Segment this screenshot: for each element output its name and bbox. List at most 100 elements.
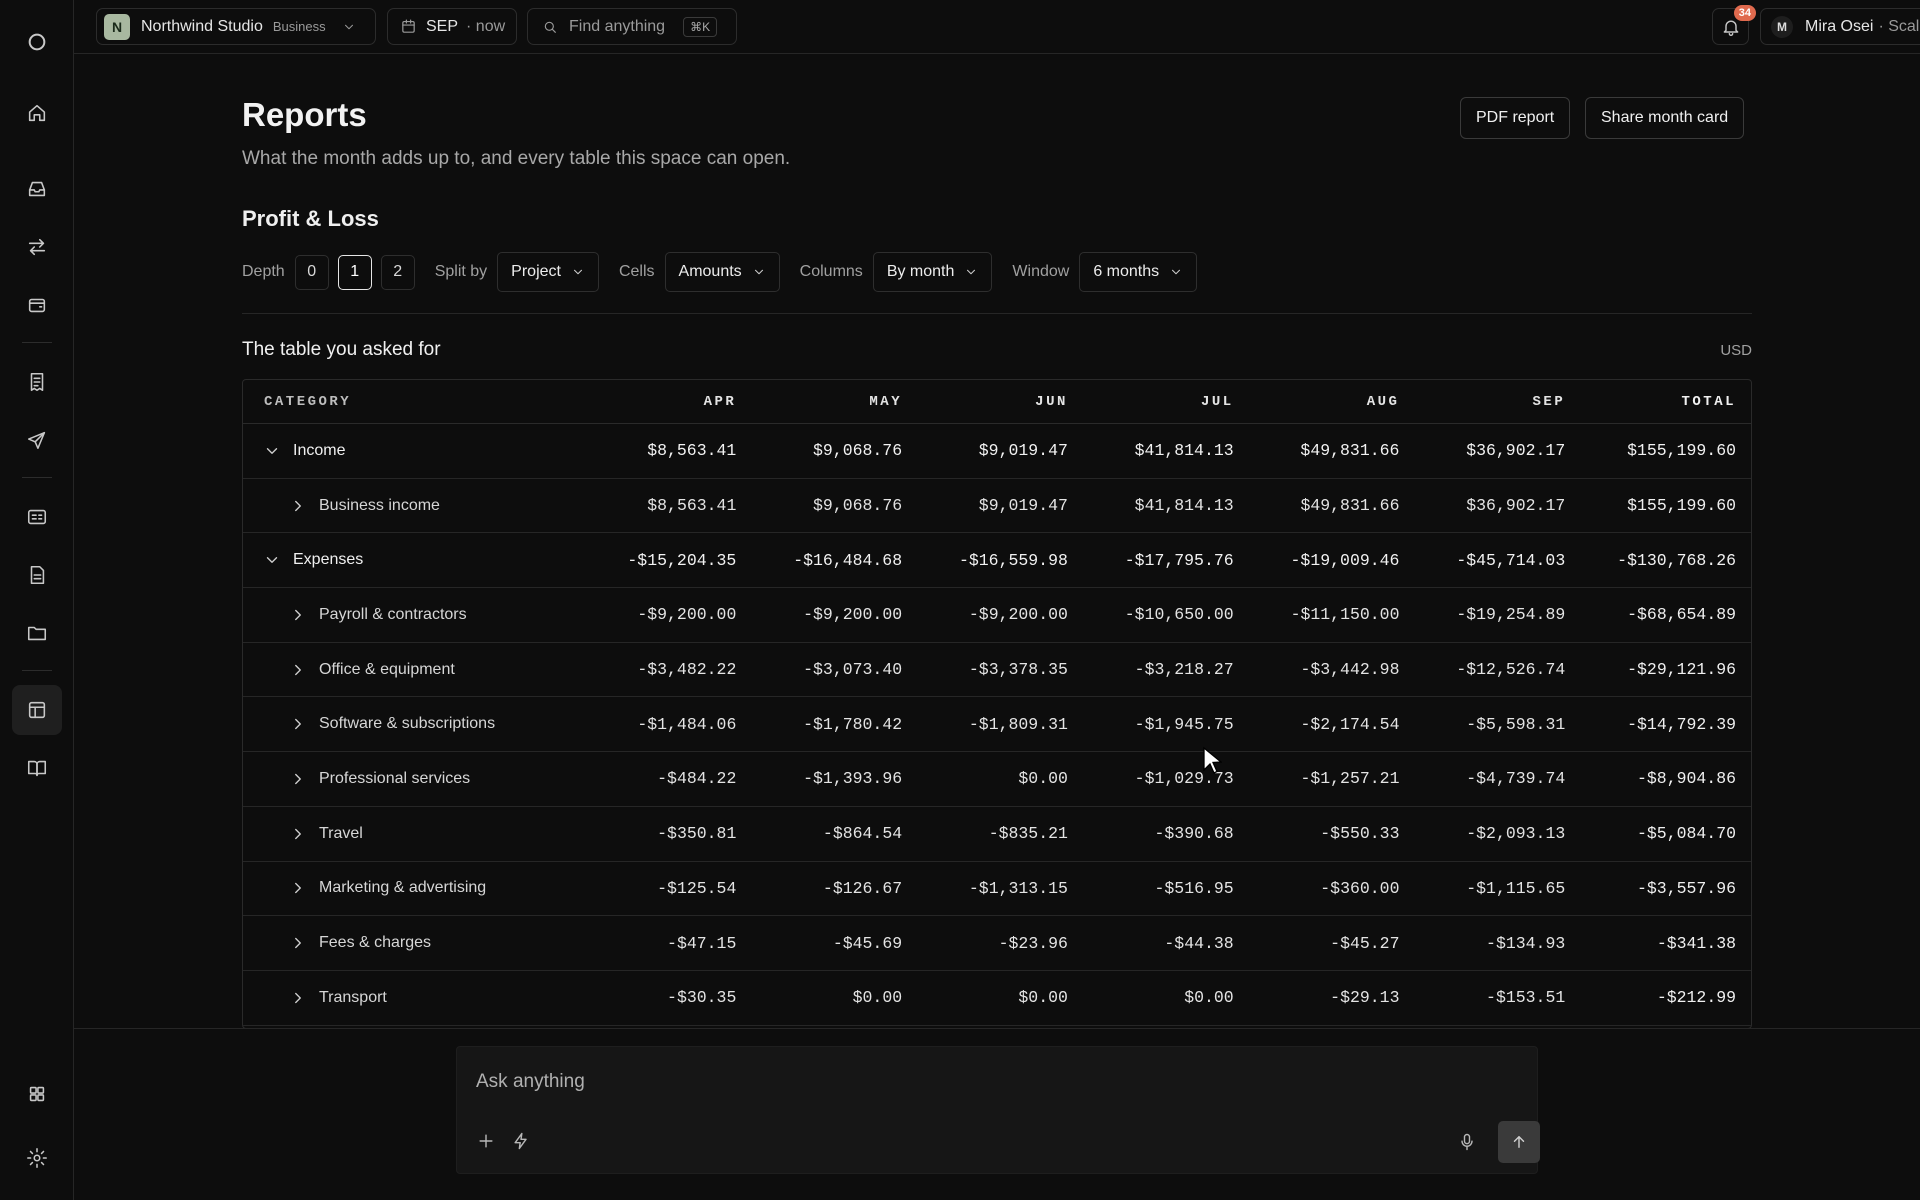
period-suffix: · now — [466, 17, 506, 35]
workspace-plan: Business — [272, 19, 326, 34]
window-select[interactable]: 6 months — [1079, 252, 1198, 292]
cell-sep: -$45,714.03 — [1456, 550, 1566, 570]
app-window: N Northwind Studio Business SEP · now Fi… — [0, 0, 1920, 1200]
chevron-right-icon[interactable] — [289, 989, 307, 1007]
folder-icon[interactable] — [12, 608, 62, 658]
chat-composer — [456, 1046, 1540, 1174]
column-header-aug: AUG — [1366, 393, 1400, 410]
table-row[interactable]: Marketing & advertising -$125.54 -$126.67 -… — [243, 862, 1751, 917]
document-icon[interactable] — [12, 550, 62, 600]
chevron-right-icon[interactable] — [289, 879, 307, 897]
notifications-button[interactable]: 34 — [1712, 5, 1756, 45]
logo-icon[interactable] — [12, 17, 62, 67]
chevron-down-icon[interactable] — [263, 551, 281, 569]
receipt-icon[interactable] — [12, 357, 62, 407]
cell-jul: -$44.38 — [1164, 933, 1234, 953]
global-search[interactable]: Find anything ⌘K — [527, 8, 737, 45]
left-rail — [0, 0, 74, 1200]
table-row[interactable]: Office & equipment -$3,482.22 -$3,073.40 -$… — [243, 643, 1751, 698]
depth-option-1[interactable]: 1 — [337, 254, 372, 290]
share-month-card-button[interactable]: Share month card — [1585, 97, 1745, 139]
category-cell: Transport — [243, 989, 583, 1007]
cell-total: -$341.38 — [1656, 933, 1737, 953]
table-row[interactable]: Travel -$350.81 -$864.54 -$835.21 -$390.68 -$… — [243, 807, 1751, 862]
category-cell: Professional services — [243, 770, 583, 788]
cell-total: -$14,792.39 — [1627, 714, 1737, 734]
depth-option-0[interactable]: 0 — [294, 254, 329, 290]
search-shortcut: ⌘K — [683, 16, 718, 37]
cell-sep: -$5,598.31 — [1466, 714, 1566, 734]
microphone-icon[interactable] — [1453, 1128, 1481, 1156]
cell-jul: $41,814.13 — [1134, 496, 1234, 516]
chevron-right-icon[interactable] — [289, 715, 307, 733]
apps-grid-icon[interactable] — [12, 1069, 62, 1119]
cell-apr: $8,563.41 — [647, 496, 737, 516]
table-row[interactable]: Fees & charges -$47.15 -$45.69 -$23.96 -$44.… — [243, 916, 1751, 971]
table-row[interactable]: Professional services -$484.22 -$1,393.96 $… — [243, 752, 1751, 807]
cell-total: -$212.99 — [1656, 988, 1737, 1008]
category-cell: Marketing & advertising — [243, 879, 583, 897]
inbox-icon[interactable] — [12, 164, 62, 214]
chevron-right-icon[interactable] — [289, 825, 307, 843]
cell-jun: $9,019.47 — [978, 441, 1068, 461]
category-cell: Fees & charges — [243, 934, 583, 952]
report-controls: Depth 0 1 2 Split by Project Cells Amoun… — [242, 252, 1217, 292]
chevron-right-icon[interactable] — [289, 934, 307, 952]
send-icon[interactable] — [12, 415, 62, 465]
cell-sep: -$153.51 — [1486, 988, 1566, 1008]
ask-input[interactable] — [476, 1071, 1376, 1093]
category-cell: Payroll & contractors — [243, 606, 583, 624]
cell-apr: -$9,200.00 — [637, 605, 737, 625]
table-row[interactable]: Transport -$30.35 $0.00 $0.00 $0.00 -$29.13 -$… — [243, 971, 1751, 1026]
contacts-card-icon[interactable] — [12, 492, 62, 542]
lightning-icon[interactable] — [507, 1127, 535, 1155]
cell-may: -$45.69 — [832, 933, 903, 953]
category-cell: Software & subscriptions — [243, 715, 583, 733]
calendar-icon — [402, 19, 415, 33]
period-selector[interactable]: SEP · now — [387, 8, 517, 45]
book-icon[interactable] — [12, 743, 62, 793]
wallet-icon[interactable] — [12, 280, 62, 330]
table-row[interactable]: Payroll & contractors -$9,200.00 -$9,200.0… — [243, 588, 1751, 643]
split-by-select[interactable]: Project — [497, 252, 599, 292]
cell-may: $9,068.76 — [812, 441, 903, 461]
cell-jun: $0.00 — [1018, 769, 1068, 789]
workspace-switcher[interactable]: N Northwind Studio Business — [96, 8, 376, 45]
chevron-down-icon[interactable] — [263, 442, 281, 460]
send-button[interactable] — [1498, 1121, 1540, 1163]
cell-apr: $8,563.41 — [647, 441, 737, 461]
category-cell: Travel — [243, 825, 583, 843]
cell-jul: -$17,795.76 — [1124, 550, 1234, 570]
section-title: Profit & Loss — [242, 206, 379, 231]
cell-total: -$5,084.70 — [1637, 824, 1737, 844]
cell-sep: -$134.93 — [1486, 933, 1566, 953]
table-group-row[interactable]: Expenses -$15,204.35 -$16,484.68 -$16,559.9… — [243, 533, 1751, 589]
chevron-right-icon[interactable] — [289, 770, 307, 788]
table-group-row[interactable]: Income $8,563.41 $9,068.76 $9,019.47 $41,814… — [243, 424, 1751, 479]
settings-icon[interactable] — [12, 1133, 62, 1183]
table-icon[interactable] — [12, 685, 62, 735]
cell-aug: -$45.27 — [1330, 933, 1400, 953]
table-row[interactable]: Business income $8,563.41 $9,068.76 $9,019.… — [243, 479, 1751, 534]
cell-aug: -$3,442.98 — [1300, 660, 1400, 680]
chevron-right-icon[interactable] — [289, 661, 307, 679]
cell-jun: -$9,200.00 — [968, 605, 1068, 625]
cell-may: -$3,073.40 — [803, 660, 903, 680]
depth-option-2[interactable]: 2 — [380, 254, 415, 290]
columns-value: By month — [886, 263, 955, 280]
pdf-report-button[interactable]: PDF report — [1460, 97, 1571, 139]
cell-aug: $49,831.66 — [1300, 441, 1400, 461]
cell-jun: $9,019.47 — [978, 496, 1068, 516]
table-row[interactable]: Software & subscriptions -$1,484.06 -$1,78… — [243, 697, 1751, 753]
transfers-icon[interactable] — [12, 222, 62, 272]
chevron-right-icon[interactable] — [289, 497, 307, 515]
period-month: SEP — [426, 17, 459, 35]
user-menu[interactable]: M Mira Osei · Scale — [1760, 8, 1920, 45]
chat-composer-area — [74, 1028, 1920, 1200]
cells-select[interactable]: Amounts — [664, 252, 780, 292]
columns-select[interactable]: By month — [872, 252, 993, 292]
chevron-right-icon[interactable] — [289, 606, 307, 624]
depth-label: Depth — [242, 263, 285, 280]
home-icon[interactable] — [12, 88, 62, 138]
plus-icon[interactable] — [472, 1127, 500, 1155]
